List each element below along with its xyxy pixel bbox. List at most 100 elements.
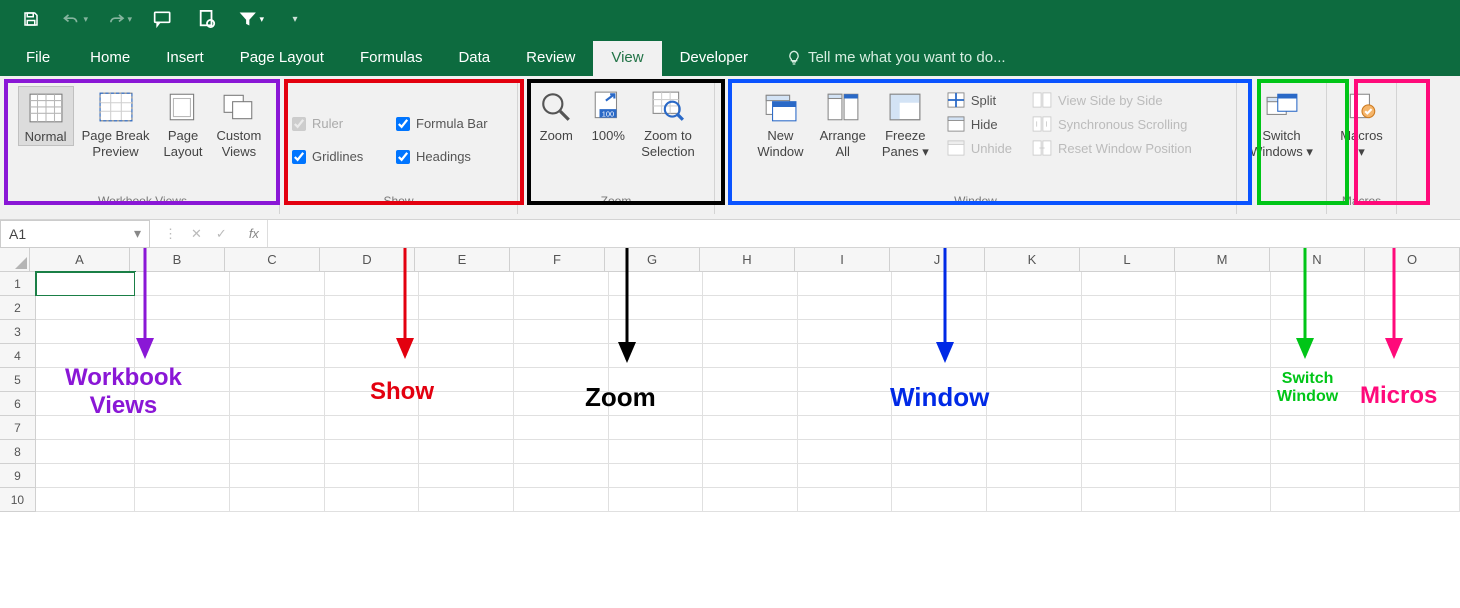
- redo-icon[interactable]: ▾: [106, 6, 132, 32]
- column-header[interactable]: A: [30, 248, 130, 272]
- cell[interactable]: [419, 464, 514, 488]
- cell[interactable]: [609, 320, 704, 344]
- column-header[interactable]: O: [1365, 248, 1460, 272]
- cell[interactable]: [1271, 320, 1366, 344]
- cell[interactable]: [987, 464, 1082, 488]
- cell[interactable]: [1271, 344, 1366, 368]
- cell[interactable]: [230, 416, 325, 440]
- cell[interactable]: [514, 440, 609, 464]
- cell[interactable]: [892, 488, 987, 512]
- cell[interactable]: [325, 440, 420, 464]
- cell[interactable]: [1082, 272, 1177, 296]
- cell[interactable]: [1176, 320, 1271, 344]
- cell[interactable]: [798, 440, 893, 464]
- cell[interactable]: [1365, 488, 1460, 512]
- cell[interactable]: [325, 416, 420, 440]
- cell[interactable]: [609, 440, 704, 464]
- cell[interactable]: [419, 296, 514, 320]
- cell[interactable]: [892, 416, 987, 440]
- cell[interactable]: [703, 416, 798, 440]
- column-header[interactable]: B: [130, 248, 225, 272]
- formula-bar-checkbox[interactable]: Formula Bar: [390, 112, 494, 135]
- switch-windows-button[interactable]: Switch Windows ▾: [1244, 86, 1319, 160]
- cell[interactable]: [892, 344, 987, 368]
- cell[interactable]: [892, 272, 987, 296]
- row-header[interactable]: 1: [0, 272, 36, 296]
- cell[interactable]: [1271, 296, 1366, 320]
- cell[interactable]: [798, 272, 893, 296]
- cell[interactable]: [419, 344, 514, 368]
- zoom-100-button[interactable]: 100 100%: [583, 86, 633, 144]
- cell[interactable]: [1082, 464, 1177, 488]
- cell[interactable]: [1176, 392, 1271, 416]
- cell[interactable]: [892, 320, 987, 344]
- cell[interactable]: [514, 272, 609, 296]
- cell[interactable]: [1365, 272, 1460, 296]
- chevron-down-icon[interactable]: ▾: [134, 225, 141, 242]
- cell[interactable]: [987, 440, 1082, 464]
- cell[interactable]: [135, 488, 230, 512]
- cell[interactable]: [1082, 416, 1177, 440]
- cell[interactable]: [419, 320, 514, 344]
- zoom-to-selection-button[interactable]: Zoom to Selection: [635, 86, 700, 160]
- cell[interactable]: [419, 488, 514, 512]
- cell[interactable]: [1365, 296, 1460, 320]
- cell[interactable]: [514, 464, 609, 488]
- cell[interactable]: [230, 296, 325, 320]
- cell[interactable]: [1082, 296, 1177, 320]
- cell[interactable]: [230, 368, 325, 392]
- gridlines-checkbox[interactable]: Gridlines: [286, 145, 382, 168]
- cell[interactable]: [609, 296, 704, 320]
- cell[interactable]: [1271, 488, 1366, 512]
- cell[interactable]: [798, 392, 893, 416]
- cell[interactable]: [36, 440, 136, 464]
- cell[interactable]: [609, 416, 704, 440]
- cell[interactable]: [798, 488, 893, 512]
- row-header[interactable]: 7: [0, 416, 36, 440]
- cell[interactable]: [230, 320, 325, 344]
- column-header[interactable]: E: [415, 248, 510, 272]
- zoom-button[interactable]: Zoom: [531, 86, 581, 144]
- new-comment-icon[interactable]: [150, 6, 176, 32]
- save-icon[interactable]: [18, 6, 44, 32]
- cell[interactable]: [325, 488, 420, 512]
- custom-views-button[interactable]: Custom Views: [211, 86, 268, 160]
- tell-me[interactable]: Tell me what you want to do...: [786, 49, 1006, 76]
- cell[interactable]: [892, 296, 987, 320]
- cell[interactable]: [514, 488, 609, 512]
- cell[interactable]: [987, 344, 1082, 368]
- column-header[interactable]: L: [1080, 248, 1175, 272]
- cell[interactable]: [135, 320, 230, 344]
- cell[interactable]: [703, 344, 798, 368]
- cell[interactable]: [1082, 368, 1177, 392]
- qat-customize-icon[interactable]: ▾: [282, 6, 308, 32]
- cell[interactable]: [1271, 272, 1366, 296]
- cell[interactable]: [325, 464, 420, 488]
- cell[interactable]: [419, 440, 514, 464]
- cell[interactable]: [36, 296, 136, 320]
- column-header[interactable]: F: [510, 248, 605, 272]
- cell[interactable]: [514, 344, 609, 368]
- cell[interactable]: [325, 296, 420, 320]
- cell[interactable]: [1365, 416, 1460, 440]
- cell[interactable]: [1365, 440, 1460, 464]
- cell[interactable]: [798, 464, 893, 488]
- cell[interactable]: [987, 368, 1082, 392]
- tab-review[interactable]: Review: [508, 41, 593, 76]
- cell[interactable]: [798, 320, 893, 344]
- select-all-corner[interactable]: [0, 248, 30, 272]
- cell[interactable]: [230, 272, 325, 296]
- cell[interactable]: [987, 416, 1082, 440]
- cell[interactable]: [703, 368, 798, 392]
- freeze-panes-button[interactable]: Freeze Panes ▾: [876, 86, 935, 160]
- column-header[interactable]: D: [320, 248, 415, 272]
- cell[interactable]: [703, 392, 798, 416]
- cell[interactable]: [230, 392, 325, 416]
- cell[interactable]: [1176, 440, 1271, 464]
- cell[interactable]: [798, 344, 893, 368]
- row-header[interactable]: 9: [0, 464, 36, 488]
- hide-button[interactable]: Hide: [939, 112, 1020, 136]
- split-button[interactable]: Split: [939, 88, 1020, 112]
- cell[interactable]: [325, 320, 420, 344]
- cell[interactable]: [609, 464, 704, 488]
